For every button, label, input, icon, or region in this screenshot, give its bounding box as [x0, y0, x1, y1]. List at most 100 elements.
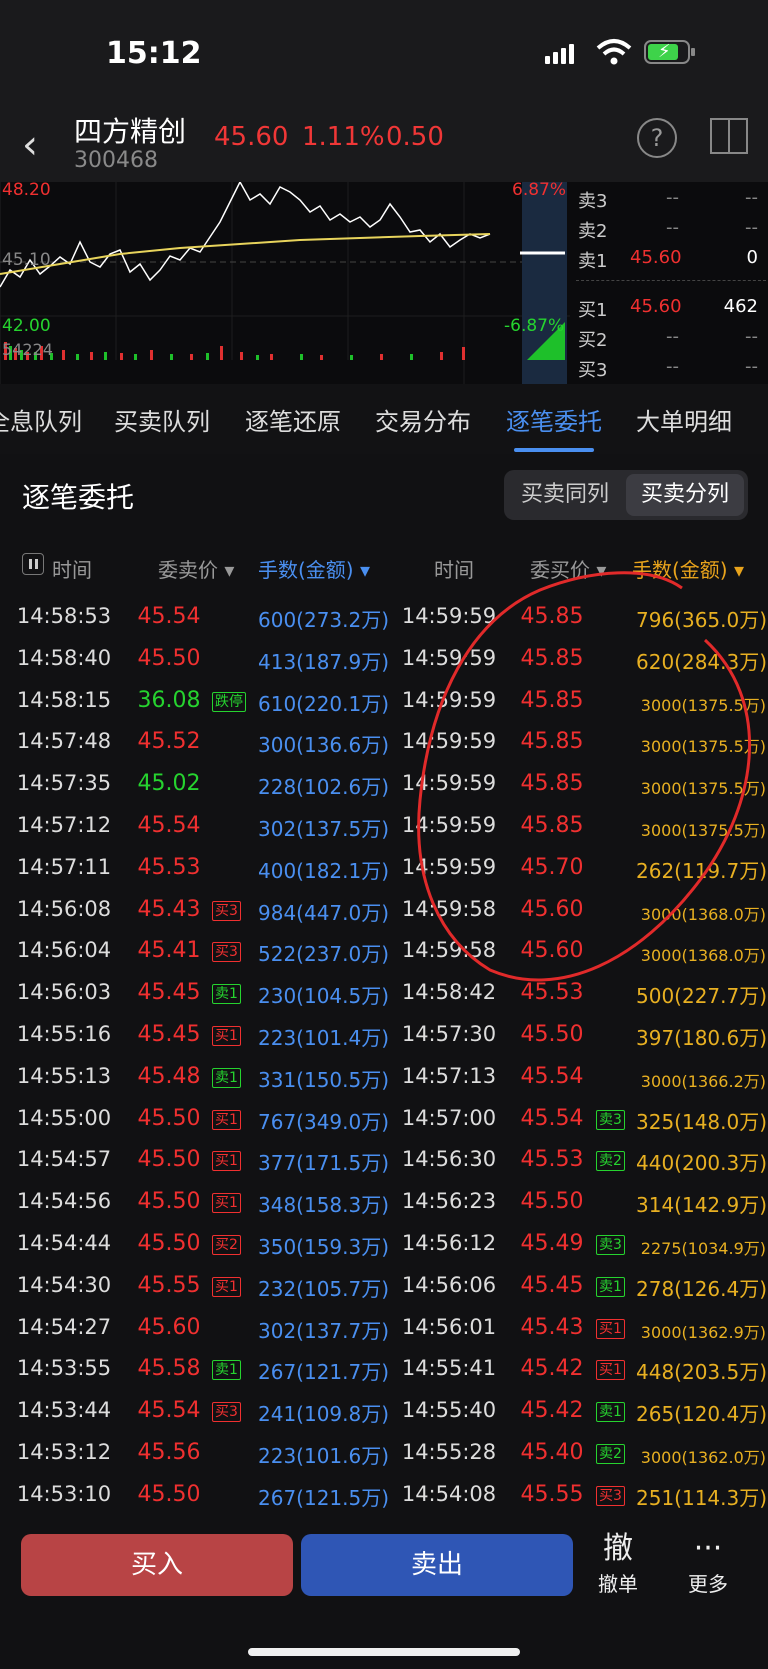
sell-price: 45.56 — [137, 1439, 201, 1465]
table-row: 14:55:16 45.45 买1 223(101.4万) 14:57:30 45.50 3… — [0, 1016, 768, 1058]
buy-amount: 265(120.4万) — [636, 1402, 768, 1427]
buy-time: 14:59:59 — [401, 812, 497, 837]
buy-amount: 3000(1368.0万) — [640, 904, 766, 924]
tab-tick-orders[interactable]: 逐笔委托 — [506, 402, 602, 437]
bid-label: 买3 — [578, 360, 608, 381]
sell-price: 45.50 — [137, 1189, 201, 1215]
status-time: 15:12 — [106, 36, 202, 71]
more-label: 更多 — [688, 1572, 728, 1596]
sell-time: 14:55:13 — [16, 1063, 112, 1088]
sell-price: 45.50 — [137, 1230, 201, 1256]
sell-price: 45.60 — [137, 1314, 201, 1340]
sell-amount: 400(182.1万) — [258, 858, 390, 883]
segment-split[interactable]: 买卖分列 — [626, 474, 744, 516]
buy-button[interactable]: 买入 — [21, 1534, 293, 1596]
tab-tick-restore[interactable]: 逐笔还原 — [245, 402, 341, 437]
cancel-order-button[interactable]: 撤 撤单 — [583, 1530, 653, 1597]
bid-label: 买2 — [578, 330, 608, 351]
col-sell-amount[interactable]: 手数(金额) ▾ — [258, 554, 370, 583]
tick-order-panel: 逐笔委托 买卖同列 买卖分列 时间 委卖价 ▾ 手数(金额) ▾ 时间 委买价 … — [0, 454, 768, 1514]
buy-badge: 卖3 — [596, 1234, 625, 1255]
sort-caret-icon: ▾ — [596, 558, 607, 582]
sell-price: 45.43 — [137, 896, 201, 922]
back-icon[interactable]: ‹ — [22, 122, 38, 168]
tab-large-orders[interactable]: 大单明细 — [636, 402, 732, 437]
buy-price: 45.53 — [520, 980, 584, 1006]
sell-time: 14:53:12 — [16, 1439, 112, 1464]
sell-amount: 302(137.7万) — [258, 1318, 390, 1343]
tab-holo-queue[interactable]: 全息队列 — [0, 402, 82, 437]
buy-badge: 卖1 — [596, 1402, 625, 1423]
chart-high-label: 48.20 — [2, 180, 51, 200]
sell-price: 45.54 — [137, 604, 201, 629]
sell-time: 14:55:16 — [16, 1021, 112, 1046]
intraday-chart[interactable]: 48.20 45.10 42.00 54224 6.87% -6.87% 卖3 … — [0, 180, 768, 384]
buy-time: 14:59:59 — [401, 771, 497, 796]
buy-time: 14:55:41 — [401, 1356, 497, 1381]
buy-time: 14:57:00 — [401, 1105, 497, 1130]
buy-time: 14:55:40 — [401, 1398, 497, 1423]
buy-time: 14:54:08 — [401, 1481, 497, 1506]
buy-price: 45.45 — [520, 1272, 584, 1298]
sell-time: 14:53:44 — [16, 1398, 112, 1423]
table-row: 14:56:04 45.41 买3 522(237.0万) 14:59:58 45.60 3… — [0, 932, 768, 974]
col-buy-price[interactable]: 委买价 ▾ — [530, 554, 606, 583]
col-sell-price-label: 委卖价 — [158, 558, 218, 582]
segment-combined[interactable]: 买卖同列 — [508, 474, 622, 516]
order-book: 卖3 -- -- 卖2 -- -- 卖1 45.60 0 买1 45.60 46… — [574, 182, 768, 384]
buy-amount: 3000(1366.2万) — [640, 1071, 766, 1091]
sell-time: 14:56:04 — [16, 938, 112, 963]
buy-badge: 买1 — [596, 1318, 625, 1339]
bid-vol: 462 — [723, 296, 758, 317]
sell-button[interactable]: 卖出 — [301, 1534, 573, 1596]
buy-amount: 3000(1375.5万) — [640, 779, 766, 799]
change-value: 0.50 — [386, 122, 444, 152]
sell-price: 45.45 — [137, 1021, 201, 1047]
buy-price: 45.85 — [520, 687, 584, 713]
signal-icon — [545, 44, 577, 64]
layout-toggle-icon[interactable] — [710, 118, 748, 154]
table-row: 14:55:00 45.50 买1 767(349.0万) 14:57:00 45.54 卖… — [0, 1100, 768, 1142]
sell-time: 14:55:00 — [16, 1105, 112, 1130]
tab-bidask-queue[interactable]: 买卖队列 — [114, 402, 210, 437]
col-buy-amount[interactable]: 手数(金额) ▾ — [632, 554, 744, 583]
sell-time: 14:57:35 — [16, 771, 112, 796]
section-title: 逐笔委托 — [22, 481, 135, 514]
sell-badge: 卖1 — [212, 984, 241, 1005]
bid-row: 买2 -- -- — [576, 321, 766, 351]
col-buy-price-label: 委买价 — [530, 558, 590, 582]
help-icon[interactable]: ? — [637, 118, 677, 158]
more-button[interactable]: ··· 更多 — [673, 1530, 743, 1597]
sell-time: 14:57:11 — [16, 854, 112, 879]
col-sell-amount-label: 手数(金额) — [258, 558, 354, 582]
sell-time: 14:54:27 — [16, 1314, 112, 1339]
tab-trade-dist[interactable]: 交易分布 — [375, 402, 471, 437]
sell-price: 45.54 — [137, 812, 201, 838]
stock-header: ‹ 四方精创 300468 45.60 1.11% 0.50 ? — [0, 110, 768, 182]
sell-amount: 223(101.4万) — [258, 1025, 390, 1050]
sell-amount: 522(237.0万) — [258, 942, 390, 967]
sell-amount: 767(349.0万) — [258, 1109, 390, 1134]
buy-amount: 448(203.5万) — [636, 1360, 768, 1385]
ask-vol: 0 — [746, 247, 758, 268]
ask-row: 卖1 45.60 0 — [576, 242, 766, 272]
buy-price: 45.42 — [520, 1398, 584, 1424]
buy-time: 14:59:59 — [401, 854, 497, 879]
col-time: 时间 — [52, 558, 92, 582]
sort-caret-icon: ▾ — [359, 558, 371, 582]
sell-badge: 买1 — [212, 1025, 241, 1046]
table-row: 14:53:10 45.50 267(121.5万) 14:54:08 45.55 买3 2… — [0, 1476, 768, 1518]
table-row: 14:57:48 45.52 300(136.6万) 14:59:59 45.85 300… — [0, 723, 768, 765]
buy-amount: 3000(1362.0万) — [640, 1447, 766, 1467]
buy-amount: 325(148.0万) — [636, 1109, 768, 1134]
col-sell-price[interactable]: 委卖价 ▾ — [158, 554, 234, 583]
buy-amount: 2275(1034.9万) — [640, 1238, 766, 1258]
buy-price: 45.85 — [520, 604, 584, 629]
table-row: 14:54:56 45.50 买1 348(158.3万) 14:56:23 45.50 3… — [0, 1183, 768, 1225]
pause-icon[interactable] — [22, 553, 44, 575]
chart-volume-label: 54224 — [2, 340, 53, 359]
chart-low-pct: -6.87% — [504, 316, 565, 336]
sell-amount: 610(220.1万) — [258, 691, 390, 716]
table-row: 14:54:44 45.50 买2 350(159.3万) 14:56:12 45.49 卖… — [0, 1225, 768, 1267]
table-row: 14:57:35 45.02 228(102.6万) 14:59:59 45.85 300… — [0, 765, 768, 807]
